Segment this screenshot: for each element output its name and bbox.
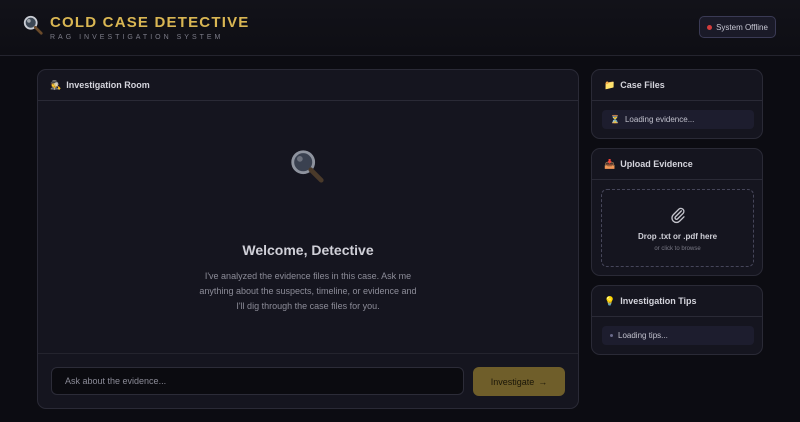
hourglass-icon: ⏳ xyxy=(610,115,620,124)
case-files-panel: 📁 Case Files ⏳ Loading evidence... xyxy=(591,69,763,139)
panel-header: 📁 Case Files xyxy=(592,70,762,101)
bullet-icon xyxy=(610,334,613,337)
app-header: COLD CASE DETECTIVE RAG INVESTIGATION SY… xyxy=(0,0,800,56)
lightbulb-icon: 💡 xyxy=(604,295,616,306)
welcome-message: I've analyzed the evidence files in this… xyxy=(199,271,417,311)
app-title: COLD CASE DETECTIVE xyxy=(50,14,250,31)
drop-zone-hint: or click to browse xyxy=(654,246,701,252)
investigate-button-label: Investigate xyxy=(490,376,535,387)
chat-input-bar: Investigate → xyxy=(38,353,578,408)
inbox-tray-icon: 📥 xyxy=(604,158,616,169)
folder-icon: 📁 xyxy=(604,79,616,90)
case-files-status-text: Loading evidence... xyxy=(624,115,695,124)
system-status-badge: System Offline xyxy=(699,16,776,38)
file-drop-zone[interactable]: Drop .txt or .pdf here or click to brows… xyxy=(601,189,754,267)
arrow-right-icon: → xyxy=(538,376,548,387)
status-label: System Offline xyxy=(716,22,768,32)
drop-zone-label: Drop .txt or .pdf here xyxy=(637,232,718,241)
investigation-room-panel: 🕵 Investigation Room Welcome, Detective … xyxy=(37,69,579,409)
panel-title: Upload Evidence xyxy=(620,159,693,169)
magnifying-glass-icon xyxy=(23,15,43,35)
upload-evidence-panel: 📥 Upload Evidence Drop .txt or .pdf here… xyxy=(591,148,763,276)
welcome-heading: Welcome, Detective xyxy=(242,242,374,258)
magnifying-glass-icon xyxy=(291,150,324,183)
detective-icon: 🕵 xyxy=(50,79,62,90)
panel-header: 💡 Investigation Tips xyxy=(592,286,762,317)
panel-title: Investigation Room xyxy=(66,80,150,90)
panel-title: Case Files xyxy=(620,80,665,90)
app-subtitle: RAG INVESTIGATION SYSTEM xyxy=(50,34,224,41)
investigation-tips-panel: 💡 Investigation Tips Loading tips... xyxy=(591,285,763,355)
paperclip-icon xyxy=(671,207,685,224)
tips-status-text: Loading tips... xyxy=(618,331,668,340)
case-files-status: ⏳ Loading evidence... xyxy=(602,110,754,129)
investigate-button[interactable]: Investigate → xyxy=(473,367,565,396)
panel-header: 🕵 Investigation Room xyxy=(38,70,578,101)
panel-header: 📥 Upload Evidence xyxy=(592,149,762,180)
panel-title: Investigation Tips xyxy=(620,296,697,306)
tips-status: Loading tips... xyxy=(602,326,754,345)
chat-messages-area: Welcome, Detective I've analyzed the evi… xyxy=(38,101,578,353)
status-dot-icon xyxy=(707,24,713,30)
question-input[interactable] xyxy=(51,367,464,395)
